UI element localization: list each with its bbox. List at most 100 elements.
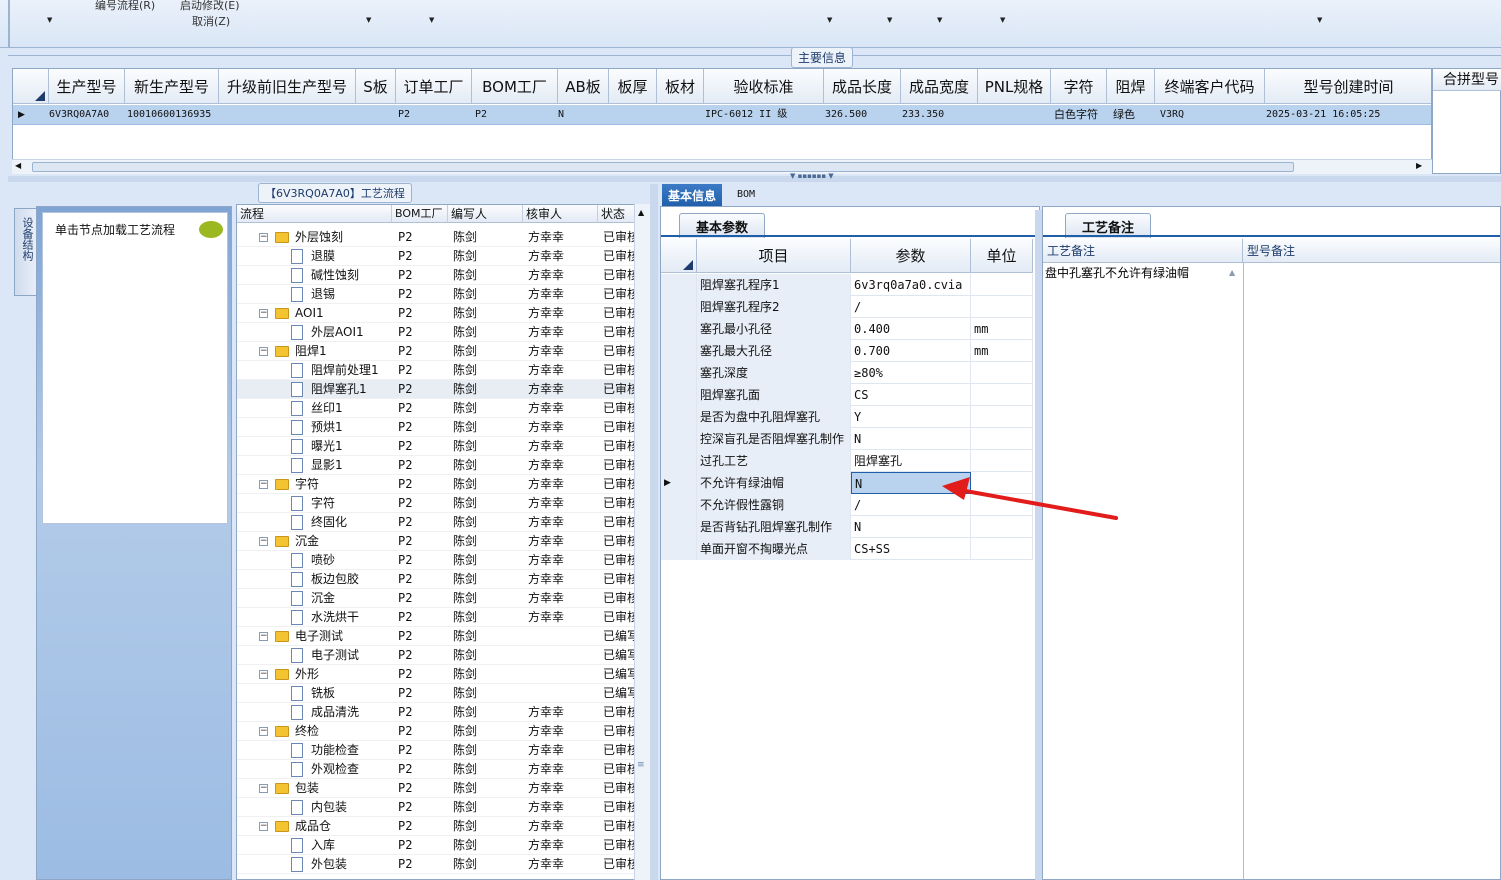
scrollbar-thumb[interactable] <box>32 162 1294 172</box>
tree-row[interactable]: 碱性蚀刻 P2 陈剑 方幸幸 已审核 <box>237 266 635 285</box>
param-value[interactable]: N <box>851 428 971 450</box>
collapse-icon[interactable]: − <box>259 309 268 318</box>
cell-customer-code[interactable]: V3RQ <box>1160 105 1184 125</box>
param-row[interactable]: 塞孔最大孔径 0.700 mm <box>661 340 1033 362</box>
param-value[interactable]: 阻焊塞孔 <box>851 450 971 472</box>
column-header[interactable]: 阻焊 <box>1107 69 1155 104</box>
scroll-left-icon[interactable]: ◀ <box>15 161 21 170</box>
param-value[interactable]: Y <box>851 406 971 428</box>
column-header[interactable]: 板厚 <box>609 69 657 104</box>
tree-row[interactable]: − 成品仓 P2 陈剑 方幸幸 已审核 <box>237 817 635 836</box>
cell-created[interactable]: 2025-03-21 16:05:25 <box>1266 105 1380 125</box>
tree-row[interactable]: 电子测试 P2 陈剑 已编写 <box>237 646 635 665</box>
column-header[interactable]: 型号创建时间 <box>1265 69 1431 104</box>
tree-row[interactable]: 字符 P2 陈剑 方幸幸 已审核 <box>237 494 635 513</box>
tree-row[interactable]: 退膜 P2 陈剑 方幸幸 已审核 <box>237 247 635 266</box>
tree-row[interactable]: 板边包胶 P2 陈剑 方幸幸 已审核 <box>237 570 635 589</box>
collapse-icon[interactable]: − <box>259 822 268 831</box>
column-header[interactable]: 流程 <box>237 205 392 223</box>
param-value[interactable]: / <box>851 296 971 318</box>
tree-row[interactable]: 曝光1 P2 陈剑 方幸幸 已审核 <box>237 437 635 456</box>
cell-order-factory[interactable]: P2 <box>398 105 410 125</box>
tree-row[interactable]: 外观检查 P2 陈剑 方幸幸 已审核 <box>237 760 635 779</box>
column-header[interactable]: 成品长度 <box>824 69 901 104</box>
tree-row[interactable]: − 终检 P2 陈剑 方幸幸 已审核 <box>237 722 635 741</box>
tree-row[interactable]: 退锡 P2 陈剑 方幸幸 已审核 <box>237 285 635 304</box>
chevron-down-icon[interactable]: ▼ <box>366 16 371 24</box>
param-value[interactable]: 6v3rq0a7a0.cvia <box>851 274 971 296</box>
cell-standard[interactable]: IPC-6012 II 级 <box>705 105 787 125</box>
chevron-down-icon[interactable]: ▼ <box>827 16 832 24</box>
tree-row[interactable]: − 外层蚀刻 P2 陈剑 方幸幸 已审核 <box>237 228 635 247</box>
column-header[interactable]: 成品宽度 <box>901 69 978 104</box>
vertical-splitter[interactable] <box>1035 210 1042 880</box>
horizontal-splitter[interactable]: ▼ ▪▪▪▪▪▪ ▼ <box>8 172 1501 182</box>
column-header[interactable]: 升级前旧生产型号 <box>219 69 356 104</box>
scroll-right-icon[interactable]: ▶ <box>1416 161 1422 170</box>
tree-row[interactable]: 阻焊塞孔1 P2 陈剑 方幸幸 已审核 <box>237 380 635 399</box>
tree-row[interactable]: 外层AOI1 P2 陈剑 方幸幸 已审核 <box>237 323 635 342</box>
tree-row[interactable]: 外包装 P2 陈剑 方幸幸 已审核 <box>237 855 635 874</box>
tree-row[interactable]: 内包装 P2 陈剑 方幸幸 已审核 <box>237 798 635 817</box>
column-header[interactable]: 编写人 <box>448 205 523 223</box>
param-value[interactable]: 0.400 <box>851 318 971 340</box>
tree-row[interactable]: 功能检查 P2 陈剑 方幸幸 已审核 <box>237 741 635 760</box>
scroll-up-icon[interactable]: ▲ <box>1229 268 1235 277</box>
param-row[interactable]: 单面开窗不掏曝光点 CS+SS <box>661 538 1033 560</box>
param-value[interactable]: CS+SS <box>851 538 971 560</box>
cell-model[interactable]: 6V3RQ0A7A0 <box>49 105 109 125</box>
cell-new-model[interactable]: 10010600136935 <box>127 105 211 125</box>
tree-row[interactable]: 显影1 P2 陈剑 方幸幸 已审核 <box>237 456 635 475</box>
merge-model-header[interactable]: 合拼型号 <box>1433 69 1501 91</box>
param-row[interactable]: 阻焊塞孔程序2/ <box>661 296 1033 318</box>
tab-basic-info[interactable]: 基本信息 <box>662 184 723 207</box>
scroll-grip-icon[interactable]: ≡ <box>637 760 645 770</box>
tree-row[interactable]: 预烘1 P2 陈剑 方幸幸 已审核 <box>237 418 635 437</box>
column-header[interactable]: 状态 <box>598 205 636 223</box>
column-header[interactable]: 项目 <box>697 239 851 273</box>
column-header[interactable]: 终端客户代码 <box>1155 69 1265 104</box>
tree-row[interactable]: 阻焊前处理1 P2 陈剑 方幸幸 已审核 <box>237 361 635 380</box>
column-header[interactable]: 新生产型号 <box>125 69 219 104</box>
collapse-icon[interactable]: − <box>259 233 268 242</box>
collapse-icon[interactable]: − <box>259 632 268 641</box>
tree-row[interactable]: − AOI1 P2 陈剑 方幸幸 已审核 <box>237 304 635 323</box>
collapse-icon[interactable]: − <box>259 727 268 736</box>
vertical-splitter[interactable] <box>650 184 658 880</box>
param-value[interactable]: ≥80% <box>851 362 971 384</box>
cell-length[interactable]: 326.500 <box>825 105 867 125</box>
tree-row[interactable]: 丝印1 P2 陈剑 方幸幸 已审核 <box>237 399 635 418</box>
cell-ab-board[interactable]: N <box>558 105 564 125</box>
tab-bom[interactable]: BOM <box>737 189 755 200</box>
horizontal-scrollbar[interactable]: ◀ ▶ <box>12 159 1432 174</box>
param-value[interactable]: 0.700 <box>851 340 971 362</box>
tree-row[interactable]: 终固化 P2 陈剑 方幸幸 已审核 <box>237 513 635 532</box>
scroll-up-icon[interactable]: ▲ <box>638 208 644 217</box>
tree-row[interactable]: − 字符 P2 陈剑 方幸幸 已审核 <box>237 475 635 494</box>
column-header[interactable]: 板材 <box>657 69 704 104</box>
cell-width[interactable]: 233.350 <box>902 105 944 125</box>
tree-row[interactable]: − 电子测试 P2 陈剑 已编写 <box>237 627 635 646</box>
chevron-down-icon[interactable]: ▼ <box>429 16 434 24</box>
tree-row[interactable]: 水洗烘干 P2 陈剑 方幸幸 已审核 <box>237 608 635 627</box>
tree-row[interactable]: − 外形 P2 陈剑 已编写 <box>237 665 635 684</box>
column-header[interactable]: BOM工厂 <box>472 69 558 104</box>
param-row[interactable]: 阻焊塞孔程序1 6v3rq0a7a0.cvia <box>661 274 1033 296</box>
column-header[interactable]: 字符 <box>1051 69 1107 104</box>
param-row[interactable]: 过孔工艺 阻焊塞孔 <box>661 450 1033 472</box>
tree-row[interactable]: − 沉金 P2 陈剑 方幸幸 已审核 <box>237 532 635 551</box>
param-row[interactable]: 塞孔深度 ≥80% <box>661 362 1033 384</box>
param-row[interactable]: 阻焊塞孔面 CS <box>661 384 1033 406</box>
menu-start-modify[interactable]: 启动修改(E) <box>180 0 240 13</box>
column-header[interactable]: 生产型号 <box>49 69 125 104</box>
chevron-down-icon[interactable]: ▼ <box>1000 16 1005 24</box>
collapse-icon[interactable]: − <box>259 480 268 489</box>
column-header[interactable]: PNL规格 <box>978 69 1051 104</box>
chevron-down-icon[interactable]: ▼ <box>887 16 892 24</box>
chevron-down-icon[interactable]: ▼ <box>47 16 52 24</box>
menu-numbering-flow[interactable]: 编号流程(R) <box>95 0 155 13</box>
tree-row[interactable]: 成品清洗 P2 陈剑 方幸幸 已审核 <box>237 703 635 722</box>
column-header[interactable]: S板 <box>356 69 396 104</box>
splitter-grip-icon[interactable]: ▼ ▪▪▪▪▪▪ ▼ <box>790 172 834 180</box>
param-row[interactable]: 控深盲孔是否阻焊塞孔制作 N <box>661 428 1033 450</box>
